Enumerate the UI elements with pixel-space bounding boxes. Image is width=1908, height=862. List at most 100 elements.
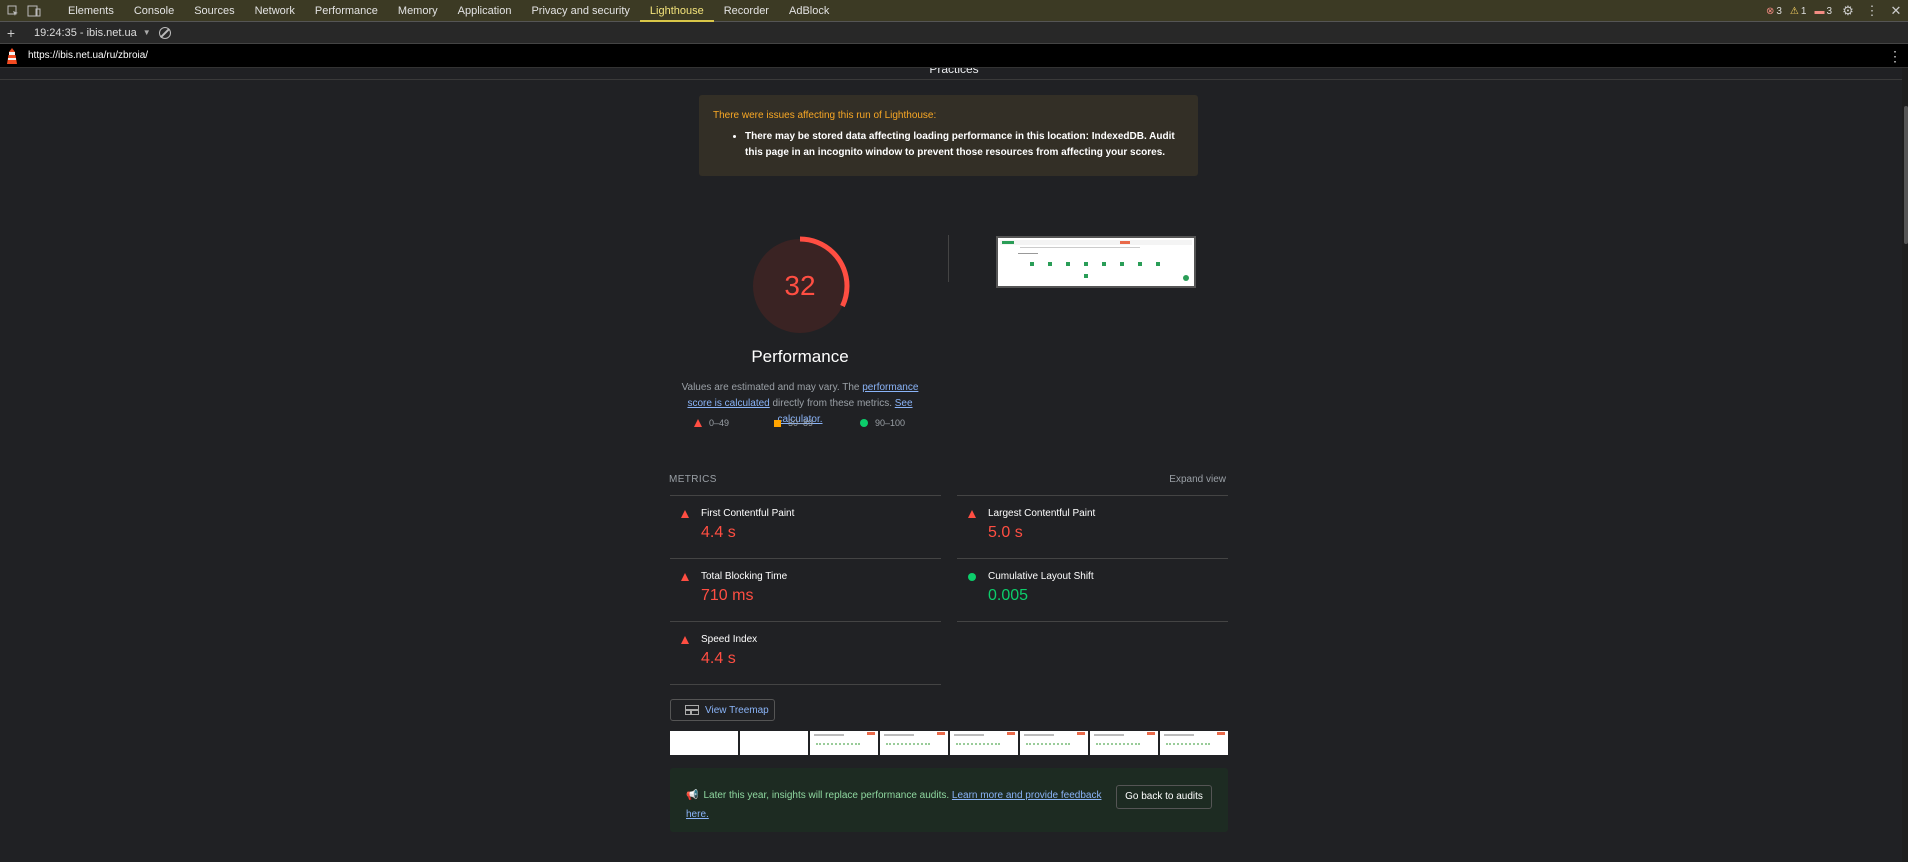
filmstrip-frame [1090, 731, 1158, 755]
tab-performance[interactable]: Performance [305, 0, 388, 22]
frame-badge [1147, 732, 1155, 735]
expand-view-toggle[interactable]: Expand view [1100, 474, 1226, 485]
frame-badge [937, 732, 945, 735]
metric-lcp: Largest Contentful Paint 5.0 s [957, 495, 1228, 557]
metric-tbt: Total Blocking Time 710 ms [670, 558, 941, 620]
performance-title: Performance [751, 347, 849, 366]
report-run-select[interactable]: 19:24:35 - ibis.net.ua [34, 27, 137, 39]
legend-fail: 0–49 [694, 418, 729, 428]
run-warning-box: There were issues affecting this run of … [699, 95, 1198, 176]
legend-pass: 90–100 [860, 418, 905, 428]
report-url-bar: https://ibis.net.ua/ru/zbroia/ ⋮ [0, 44, 1908, 68]
average-square-icon [774, 419, 781, 427]
filmstrip-frame [1020, 731, 1088, 755]
metric-si: Speed Index 4.4 s [670, 621, 941, 683]
vertical-divider [948, 235, 949, 282]
report-scrollbar[interactable] [1902, 68, 1908, 862]
metric-name: Speed Index [701, 634, 758, 645]
performance-score: 32 [784, 270, 816, 301]
frame-badge [867, 732, 875, 735]
lighthouse-logo-icon [7, 47, 17, 64]
panel-tabs: Elements Console Sources Network Perform… [58, 0, 839, 22]
fail-triangle-icon [694, 419, 702, 427]
lighthouse-toolbar: + 19:24:35 - ibis.net.ua ▼ [0, 22, 1908, 44]
metric-name: First Contentful Paint [701, 508, 795, 519]
warning-counter[interactable]: ⚠ 1 [1790, 6, 1807, 17]
section-heading: Practices [0, 68, 1908, 80]
metric-name: Largest Contentful Paint [988, 508, 1096, 519]
fail-triangle-icon [681, 510, 689, 518]
error-count: 3 [1776, 5, 1782, 17]
view-treemap-button[interactable]: View Treemap [670, 699, 775, 721]
tab-sources[interactable]: Sources [184, 0, 244, 22]
frame-badge [1007, 732, 1015, 735]
tab-adblock[interactable]: AdBlock [779, 0, 839, 22]
pass-circle-icon [860, 419, 868, 427]
tab-memory[interactable]: Memory [388, 0, 448, 22]
issue-icon: ▬ [1814, 5, 1825, 17]
tab-network[interactable]: Network [245, 0, 305, 22]
close-icon[interactable]: ✕ [1888, 3, 1904, 19]
tab-application[interactable]: Application [448, 0, 522, 22]
performance-gauge[interactable]: 32 [744, 230, 856, 342]
fail-triangle-icon [681, 636, 689, 644]
filmstrip-frame [670, 731, 738, 755]
scrollbar-thumb[interactable] [1904, 106, 1908, 244]
issue-count: 3 [1826, 5, 1832, 17]
metric-value: 4.4 s [701, 524, 736, 541]
filmstrip-frame [740, 731, 808, 755]
report-url: https://ibis.net.ua/ru/zbroia/ [28, 50, 149, 61]
frame-badge [1077, 732, 1085, 735]
issues-counter[interactable]: ▬ 3 [1814, 6, 1832, 17]
settings-gear-icon[interactable]: ⚙ [1840, 3, 1856, 19]
pass-circle-icon [968, 573, 976, 581]
desc-text-middle: directly from these metrics. [769, 398, 895, 409]
tab-lighthouse[interactable]: Lighthouse [639, 0, 714, 22]
metrics-header: METRICS [669, 474, 717, 485]
new-report-plus-icon[interactable]: + [2, 25, 20, 41]
page-preview-image [1000, 240, 1192, 281]
warning-count: 1 [1800, 5, 1807, 17]
device-toolbar-icon[interactable] [26, 3, 42, 19]
metric-value: 710 ms [701, 587, 754, 604]
warning-title: There were issues affecting this run of … [713, 110, 937, 121]
metric-name: Cumulative Layout Shift [988, 571, 1094, 582]
report-menu-icon[interactable]: ⋮ [1888, 48, 1902, 65]
treemap-label: View Treemap [705, 704, 769, 716]
final-screenshot-thumbnail[interactable] [996, 236, 1196, 288]
warning-item: There may be stored data affecting loadi… [745, 129, 1184, 161]
tab-recorder[interactable]: Recorder [714, 0, 779, 22]
desc-text: Values are estimated and may vary. The [681, 382, 863, 393]
clear-reports-icon[interactable] [158, 26, 171, 39]
lighthouse-report: Practices There were issues affecting th… [0, 68, 1908, 862]
frame-badge [1217, 732, 1225, 735]
treemap-icon [685, 705, 699, 715]
status-counters: ⊗ 3 ⚠ 1 ▬ 3 ⚙ ⋮ ✕ [1766, 0, 1904, 22]
tab-elements[interactable]: Elements [58, 0, 124, 22]
filmstrip-frame [1160, 731, 1228, 755]
tab-console[interactable]: Console [124, 0, 184, 22]
legend-pass-label: 90–100 [875, 418, 906, 428]
metric-fcp: First Contentful Paint 4.4 s [670, 495, 941, 557]
filmstrip-frame [810, 731, 878, 755]
legend-average-label: 50–89 [788, 418, 814, 428]
error-counter[interactable]: ⊗ 3 [1766, 6, 1782, 17]
devtools-tabbar: Elements Console Sources Network Perform… [0, 0, 1908, 22]
chevron-down-icon[interactable]: ▼ [143, 28, 151, 37]
fail-triangle-icon [968, 510, 976, 518]
insights-message: Later this year, insights will replace p… [703, 790, 950, 801]
metric-value: 4.4 s [701, 650, 736, 667]
megaphone-icon: 📢 [686, 790, 699, 801]
metric-divider [670, 684, 941, 685]
legend-average: 50–89 [774, 418, 813, 428]
inspect-element-icon[interactable] [5, 3, 21, 19]
tab-privacy-security[interactable]: Privacy and security [521, 0, 639, 22]
warning-list: There may be stored data affecting loadi… [745, 129, 1184, 161]
go-back-to-audits-button[interactable]: Go back to audits [1116, 785, 1212, 809]
more-options-icon[interactable]: ⋮ [1864, 3, 1880, 19]
insights-text: 📢 Later this year, insights will replace … [686, 786, 1106, 824]
legend-fail-label: 0–49 [709, 418, 730, 428]
insights-callout: 📢 Later this year, insights will replace … [670, 768, 1228, 832]
metric-value: 0.005 [988, 587, 1029, 604]
score-legend: 0–49 50–89 90–100 [694, 418, 934, 432]
